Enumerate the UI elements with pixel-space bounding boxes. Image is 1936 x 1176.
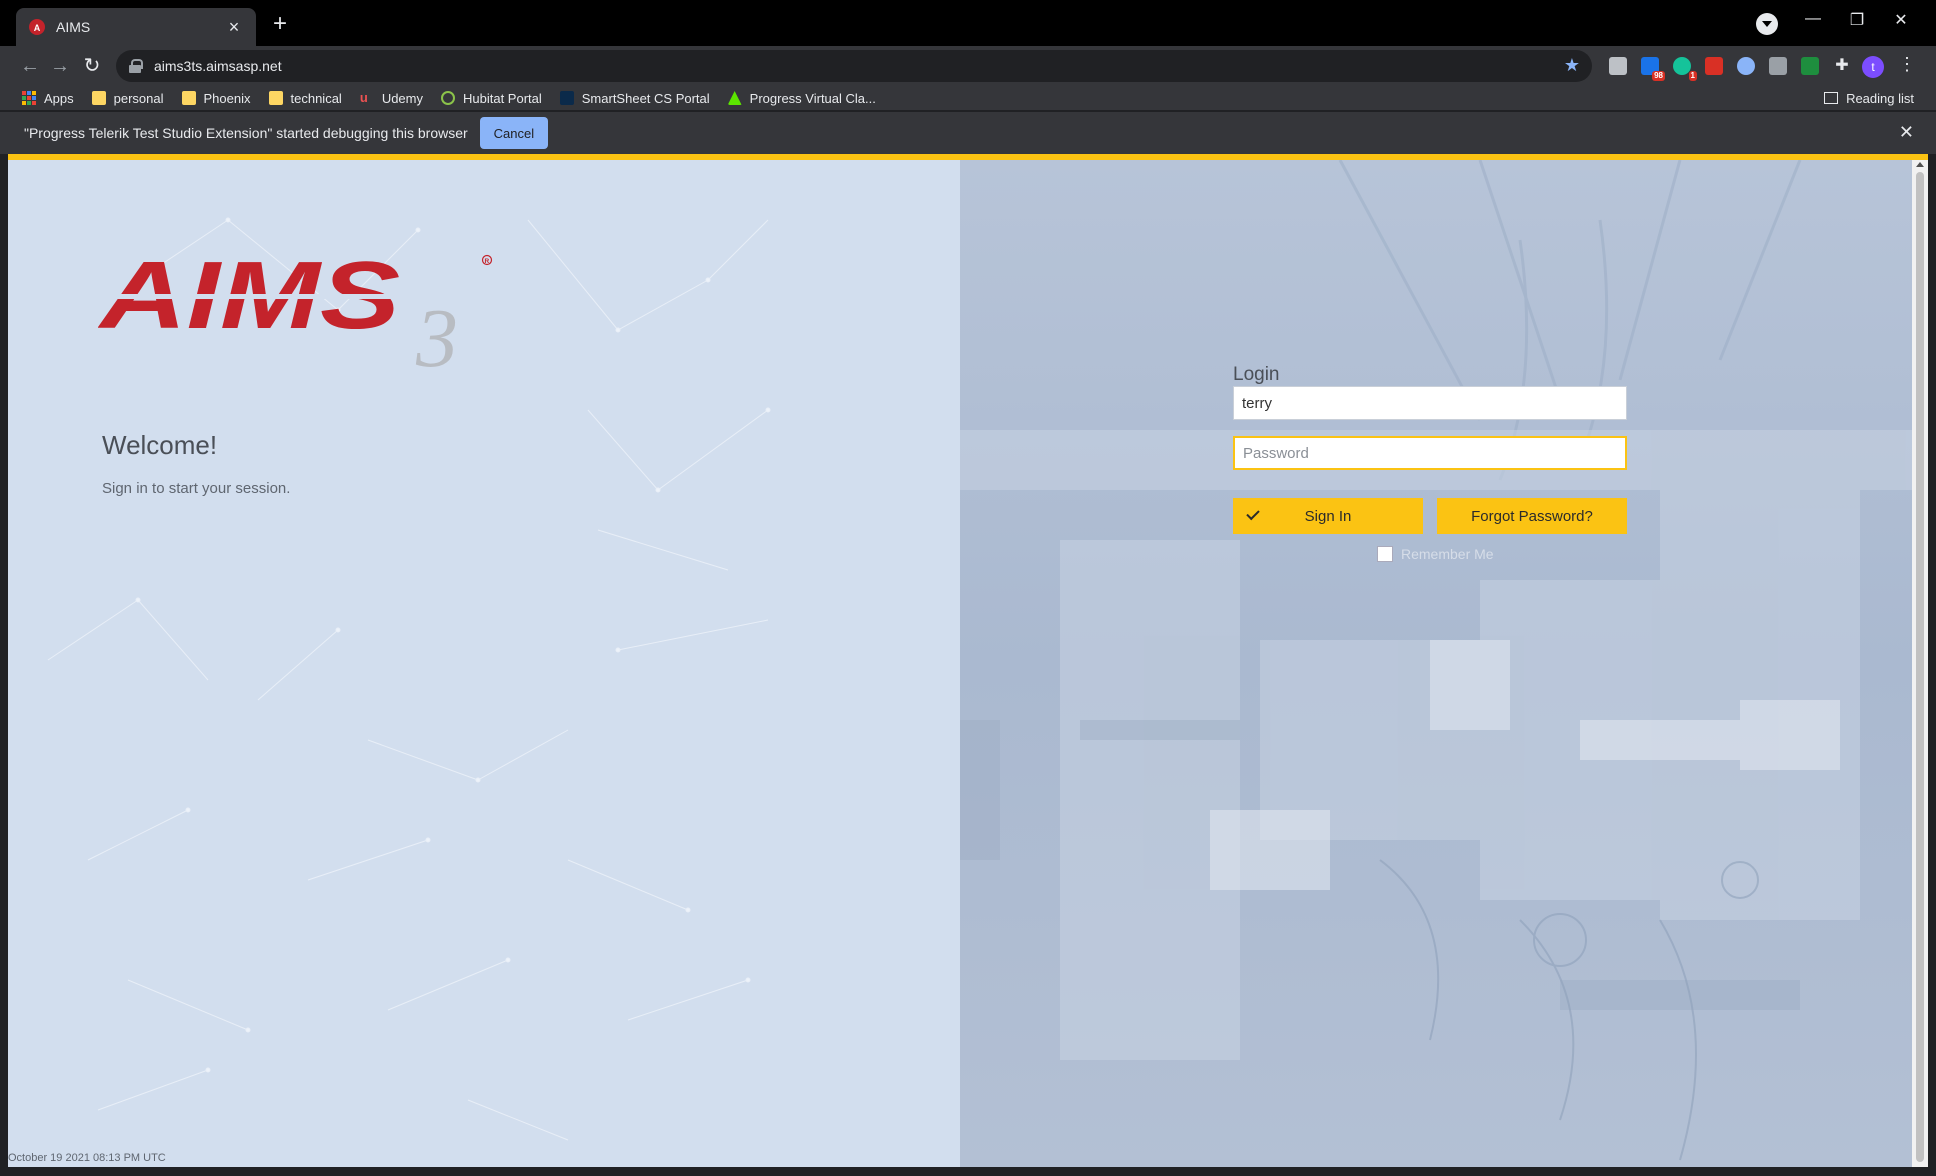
grammarly-icon[interactable]: 1 — [1673, 57, 1697, 81]
svg-text:A: A — [34, 23, 41, 33]
checkmark-icon — [1246, 506, 1260, 521]
smartsheet-icon — [559, 91, 574, 105]
scrollbar-thumb[interactable] — [1916, 172, 1924, 1162]
page-scrollbar[interactable] — [1912, 160, 1928, 1167]
bookmark-label: Apps — [44, 90, 74, 106]
tab-search-icon[interactable] — [1756, 13, 1778, 35]
minimize-icon[interactable]: — — [1798, 10, 1828, 28]
bookmark-phoenix[interactable]: Phoenix — [181, 90, 251, 106]
bookmark-hubitat[interactable]: Hubitat Portal — [441, 91, 542, 106]
back-arrow-icon[interactable]: ← — [16, 52, 44, 80]
bookmark-label: Phoenix — [203, 90, 251, 106]
aims-logo-suffix: 3 — [415, 292, 458, 378]
extensions-puzzle-icon[interactable]: ✚ — [1833, 57, 1851, 75]
bookmark-progress[interactable]: Progress Virtual Cla... — [727, 90, 876, 106]
forgot-password-button[interactable]: Forgot Password? — [1437, 498, 1627, 534]
remember-me-label: Remember Me — [1401, 546, 1494, 562]
udemy-icon: u — [359, 90, 368, 105]
bookmark-label: Progress Virtual Cla... — [749, 90, 876, 106]
calendar-extension-icon[interactable]: 98 — [1641, 57, 1665, 81]
browser-menu-icon[interactable]: ⋮ — [1898, 54, 1916, 75]
debugging-infobar: "Progress Telerik Test Studio Extension"… — [0, 112, 1936, 154]
hospital-equipment-photo — [960, 160, 1912, 1161]
infobar-close-icon[interactable]: ✕ — [1899, 122, 1914, 143]
extension-image-icon[interactable] — [1769, 57, 1787, 75]
reload-icon[interactable]: ↻ — [78, 52, 106, 80]
bookmark-apps[interactable]: Apps — [22, 91, 74, 106]
server-timestamp: October 19 2021 08:13 PM UTC — [8, 1152, 166, 1164]
acrobat-icon[interactable] — [1705, 57, 1723, 75]
bookmark-label: technical — [290, 90, 342, 106]
aims-favicon-icon: A — [29, 19, 45, 35]
new-tab-button[interactable]: + — [268, 12, 292, 36]
page-viewport: AIMS 3 R Welcome! Sign in to start your … — [8, 160, 1912, 1167]
aims-logo: AIMS 3 R — [98, 248, 493, 378]
url-text: aims3ts.aimsasp.net — [154, 58, 282, 74]
tab-close-icon[interactable]: × — [224, 17, 244, 38]
password-input[interactable] — [1233, 436, 1627, 470]
login-heading: Login — [1233, 364, 1280, 385]
calendar-badge: 98 — [1652, 71, 1665, 81]
bookmark-label: Hubitat Portal — [463, 90, 542, 106]
lock-icon[interactable] — [128, 59, 143, 73]
profile-avatar[interactable]: t — [1862, 56, 1884, 78]
scroll-up-arrow-icon[interactable] — [1916, 162, 1924, 167]
bookmark-personal[interactable]: personal — [91, 90, 164, 106]
welcome-heading: Welcome! — [102, 430, 218, 460]
browser-toolbar: ← → ↻ aims3ts.aimsasp.net ★ 98 1 ✚ t ⋮ — [0, 46, 1936, 86]
feedly-icon[interactable] — [1801, 57, 1819, 75]
welcome-subtitle: Sign in to start your session. — [102, 480, 291, 497]
apps-grid-icon — [22, 91, 36, 105]
remember-me: Remember Me — [1377, 546, 1494, 562]
hubitat-icon — [441, 91, 455, 105]
bookmark-technical[interactable]: technical — [268, 90, 342, 106]
address-bar[interactable]: aims3ts.aimsasp.net ★ — [116, 50, 1592, 82]
reading-list-button[interactable]: Reading list — [1824, 86, 1914, 110]
browser-tab-aims[interactable]: A AIMS × — [16, 8, 256, 46]
shield-extension-icon[interactable] — [1737, 57, 1755, 75]
reading-list-icon — [1824, 92, 1839, 104]
grammarly-badge: 1 — [1688, 71, 1697, 81]
forward-arrow-icon[interactable]: → — [46, 52, 74, 80]
extension-generic-icon[interactable] — [1609, 57, 1627, 75]
infobar-message: "Progress Telerik Test Studio Extension"… — [24, 125, 468, 141]
sign-in-label: Sign In — [1304, 507, 1352, 525]
bookmark-udemy[interactable]: u Udemy — [360, 91, 423, 106]
welcome-panel: AIMS 3 R Welcome! Sign in to start your … — [8, 160, 960, 1167]
bookmarks-bar: Apps personal Phoenix technical u Udemy … — [0, 86, 1936, 110]
bookmark-star-icon[interactable]: ★ — [1564, 55, 1580, 76]
restore-icon[interactable]: ❐ — [1842, 10, 1872, 30]
bookmark-label: SmartSheet CS Portal — [581, 90, 710, 106]
svg-text:R: R — [485, 258, 490, 265]
bookmark-label: Udemy — [381, 90, 423, 106]
window-close-icon[interactable]: ✕ — [1886, 10, 1916, 30]
background-photo — [960, 160, 1912, 1167]
remember-me-checkbox[interactable] — [1377, 546, 1393, 562]
username-input[interactable] — [1233, 386, 1627, 420]
folder-icon — [181, 91, 196, 105]
progress-icon — [727, 91, 742, 105]
bookmark-label: personal — [113, 90, 164, 106]
infobar-cancel-button[interactable]: Cancel — [479, 117, 549, 149]
tab-title: AIMS — [56, 19, 91, 35]
folder-icon — [268, 91, 283, 105]
browser-tabstrip: A AIMS × + — ❐ ✕ — [0, 0, 1936, 46]
reading-list-label: Reading list — [1846, 90, 1914, 106]
sign-in-button[interactable]: Sign In — [1233, 498, 1423, 534]
bookmark-smartsheet[interactable]: SmartSheet CS Portal — [559, 90, 710, 106]
folder-icon — [91, 91, 106, 105]
